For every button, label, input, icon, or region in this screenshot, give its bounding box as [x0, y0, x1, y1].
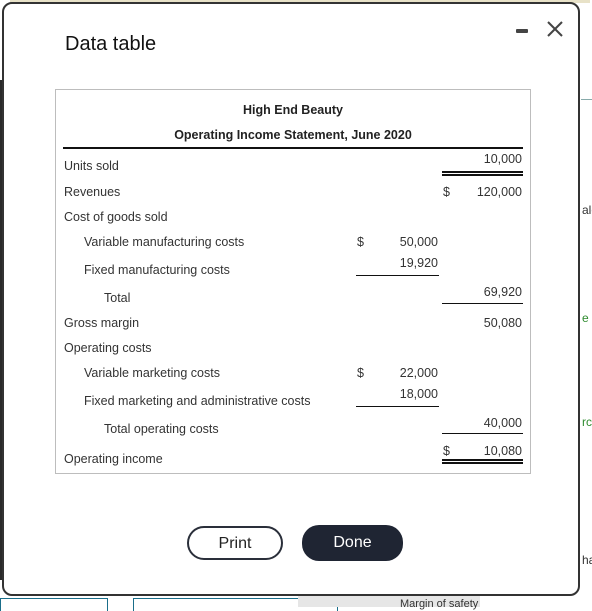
background-text-fragment: rce	[582, 415, 592, 429]
double-underline	[442, 171, 523, 176]
currency-symbol: $	[357, 366, 364, 380]
operating-income-value: 10,080	[483, 444, 522, 458]
fixed-mfg-value: 19,920	[399, 256, 438, 270]
fixed-mfg-label: Fixed manufacturing costs	[84, 263, 230, 277]
cogs-total-label: Total	[104, 291, 131, 305]
subtotal-rule	[356, 275, 439, 276]
background-margin-of-safety-label: Margin of safety	[400, 598, 479, 610]
operating-costs-label: Operating costs	[64, 341, 152, 355]
done-button[interactable]: Done	[302, 525, 403, 561]
units-sold-label: Units sold	[64, 159, 119, 173]
print-button[interactable]: Print	[187, 526, 283, 560]
variable-mfg-label: Variable manufacturing costs	[84, 235, 245, 249]
revenues-value: 120,000	[476, 185, 522, 199]
background-text-fragment: har	[582, 553, 592, 567]
statement-title: Operating Income Statement, June 2020	[174, 128, 412, 142]
background-input[interactable]	[0, 598, 108, 611]
dialog-title: Data table	[65, 33, 157, 55]
variable-marketing-value: 22,000	[399, 366, 438, 380]
header-rule	[63, 147, 523, 149]
cogs-total-value: 69,920	[483, 285, 522, 299]
background-text-fragment: e c	[582, 311, 592, 325]
variable-mfg-value: 50,000	[399, 235, 438, 249]
background-text-fragment: alc	[582, 203, 592, 217]
income-statement-table: High End Beauty Operating Income Stateme…	[55, 89, 531, 474]
currency-symbol: $	[443, 185, 450, 199]
fixed-marketing-admin-label: Fixed marketing and administrative costs	[84, 394, 311, 408]
subtotal-rule	[442, 303, 523, 304]
subtotal-rule	[442, 433, 523, 434]
currency-symbol: $	[443, 444, 450, 458]
gross-margin-label: Gross margin	[64, 316, 140, 330]
double-underline	[442, 459, 523, 464]
minimize-button[interactable]	[512, 18, 534, 40]
close-button[interactable]	[544, 18, 566, 40]
variable-marketing-label: Variable marketing costs	[84, 366, 220, 380]
background-divider	[581, 99, 592, 100]
revenues-label: Revenues	[64, 185, 121, 199]
gross-margin-value: 50,080	[483, 316, 522, 330]
total-operating-costs-label: Total operating costs	[104, 422, 219, 436]
data-table-dialog: Data table High End Beauty Operating Inc…	[2, 2, 580, 596]
currency-symbol: $	[357, 235, 364, 249]
operating-income-label: Operating income	[64, 452, 163, 466]
subtotal-rule	[356, 406, 439, 407]
company-name: High End Beauty	[242, 103, 343, 117]
fixed-marketing-admin-value: 18,000	[399, 387, 438, 401]
cogs-label: Cost of goods sold	[64, 210, 168, 224]
total-operating-costs-value: 40,000	[483, 416, 522, 430]
close-icon	[547, 21, 563, 37]
units-sold-value: 10,000	[483, 152, 522, 166]
